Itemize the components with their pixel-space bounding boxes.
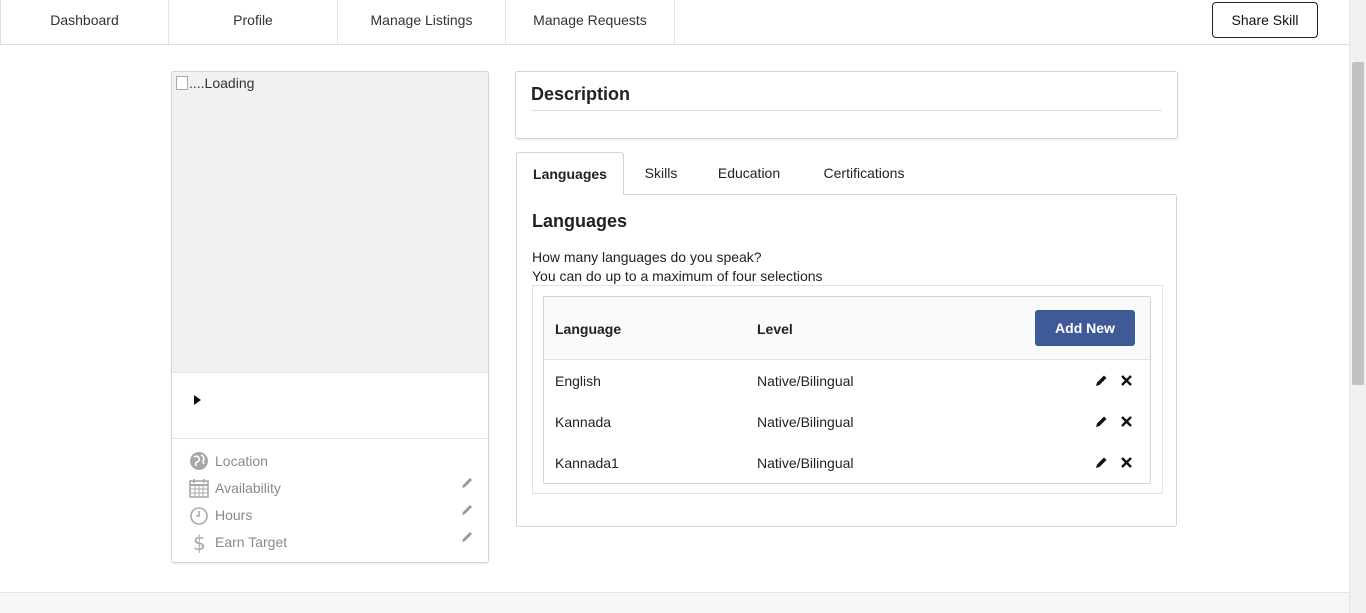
broken-image-icon [176, 76, 188, 90]
top-nav: Dashboard Profile Manage Listings Manage… [0, 0, 1349, 45]
description-title: Description [531, 84, 631, 104]
detail-label: Availability [215, 480, 281, 496]
play-icon[interactable] [194, 395, 201, 405]
share-skill-button[interactable]: Share Skill [1212, 2, 1318, 38]
language-cell: Kannada [555, 414, 612, 430]
dollar-icon: $ [193, 531, 206, 553]
languages-table: Language Level Add New English Native/Bi… [543, 296, 1151, 484]
language-cell: English [555, 373, 601, 389]
pencil-icon[interactable] [1095, 456, 1108, 469]
pencil-icon[interactable] [460, 530, 474, 544]
description-divider [531, 110, 1162, 111]
clock-icon [190, 507, 208, 525]
add-new-button[interactable]: Add New [1035, 310, 1135, 346]
close-icon[interactable] [1120, 374, 1133, 387]
column-header-language: Language [555, 321, 622, 337]
panel-question: How many languages do you speak? [532, 249, 762, 265]
close-icon[interactable] [1120, 415, 1133, 428]
detail-availability: Availability [188, 476, 478, 500]
nav-manage-requests[interactable]: Manage Requests [506, 0, 675, 44]
language-cell: Kannada1 [555, 455, 619, 471]
vertical-scrollbar[interactable] [1349, 0, 1366, 613]
table-row: English Native/Bilingual [544, 360, 1150, 401]
tab-certifications[interactable]: Certifications [812, 152, 916, 195]
tab-skills[interactable]: Skills [632, 152, 690, 195]
detail-label: Hours [215, 507, 253, 523]
detail-location: Location [188, 449, 478, 473]
nav-dashboard[interactable]: Dashboard [1, 0, 169, 44]
profile-card: ....Loading Location Availability Hours [171, 71, 489, 563]
detail-label: Location [215, 453, 268, 469]
globe-icon [190, 452, 208, 470]
detail-hours: Hours [188, 503, 478, 527]
tab-languages[interactable]: Languages [516, 152, 624, 195]
card-divider [172, 438, 488, 439]
table-header: Language Level Add New [544, 297, 1150, 360]
panel-hint: You can do up to a maximum of four selec… [532, 268, 823, 284]
table-row: Kannada1 Native/Bilingual [544, 442, 1150, 483]
profile-tabs: Languages Skills Education Certification… [516, 152, 1177, 195]
level-cell: Native/Bilingual [757, 373, 854, 389]
panel-title: Languages [532, 211, 628, 231]
languages-panel: Languages How many languages do you spea… [516, 194, 1177, 527]
pencil-icon[interactable] [1095, 415, 1108, 428]
level-cell: Native/Bilingual [757, 455, 854, 471]
photo-loading-text: ....Loading [176, 75, 254, 91]
footer-band [0, 592, 1349, 613]
calendar-icon [189, 479, 209, 498]
tab-education[interactable]: Education [708, 152, 790, 195]
nav-manage-listings[interactable]: Manage Listings [338, 0, 506, 44]
table-row: Kannada Native/Bilingual [544, 401, 1150, 442]
close-icon[interactable] [1120, 456, 1133, 469]
detail-earn-target: $ Earn Target [188, 530, 478, 554]
nav-profile[interactable]: Profile [169, 0, 338, 44]
pencil-icon[interactable] [460, 476, 474, 490]
photo-alt-text: ....Loading [189, 75, 255, 91]
svg-text:$: $ [193, 531, 206, 553]
detail-label: Earn Target [215, 534, 288, 550]
level-cell: Native/Bilingual [757, 414, 854, 430]
pencil-icon[interactable] [1095, 374, 1108, 387]
pencil-icon[interactable] [460, 503, 474, 517]
languages-table-container: Language Level Add New English Native/Bi… [532, 285, 1163, 494]
column-header-level: Level [757, 321, 793, 337]
description-card: Description [515, 71, 1178, 139]
profile-photo: ....Loading [172, 72, 488, 373]
scrollbar-thumb[interactable] [1352, 62, 1364, 385]
